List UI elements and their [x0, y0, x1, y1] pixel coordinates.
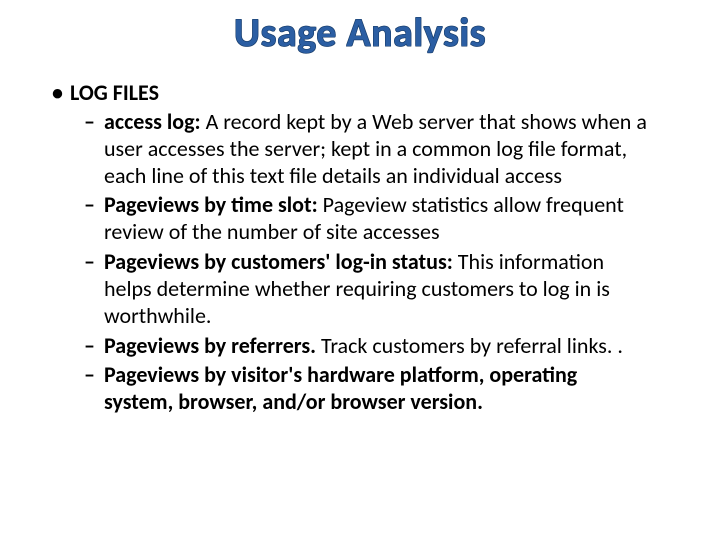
list-item: Pageviews by customers' log-in status: T…	[48, 249, 690, 329]
list-item: access log: A record kept by a Web serve…	[48, 109, 690, 189]
list-item: Pageviews by visitor's hardware platform…	[48, 362, 690, 416]
item-label: Pageviews by visitor's hardware platform…	[104, 361, 577, 415]
list-item: Pageviews by time slot: Pageview statist…	[48, 192, 690, 246]
slide-content: LOG FILES access log: A record kept by a…	[30, 79, 690, 416]
list-item: Pageviews by referrers. Track customers …	[48, 333, 690, 360]
item-text: Track customers by referral links. .	[316, 332, 623, 359]
section-heading: LOG FILES	[48, 79, 690, 106]
item-label: Pageviews by time slot:	[104, 191, 318, 218]
slide-title: Usage Analysis	[30, 8, 690, 57]
item-label: Pageviews by customers' log-in status:	[104, 248, 453, 275]
item-label: Pageviews by referrers.	[104, 332, 316, 359]
item-label: access log:	[104, 108, 201, 135]
slide: Usage Analysis LOG FILES access log: A r…	[0, 0, 720, 540]
